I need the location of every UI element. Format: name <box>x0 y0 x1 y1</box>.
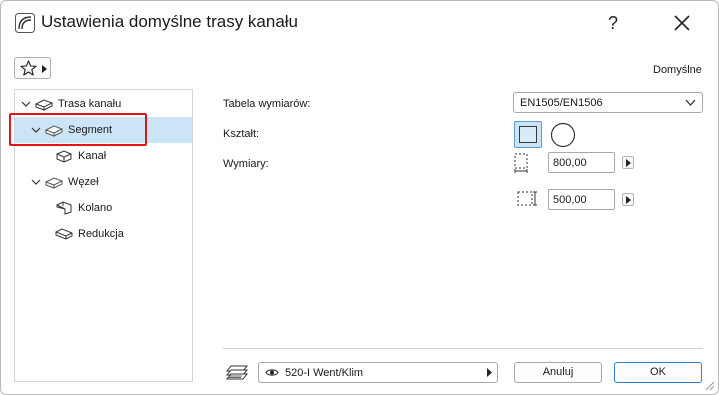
shape-rectangle-button[interactable] <box>514 121 542 148</box>
close-icon[interactable] <box>670 11 694 35</box>
dialog-title: Ustawienia domyślne trasy kanału <box>41 12 299 31</box>
height-dimension-icon <box>517 191 537 206</box>
height-arrow-button[interactable] <box>622 193 634 206</box>
chevron-right-icon <box>487 368 492 377</box>
eye-icon <box>265 369 279 376</box>
width-arrow-button[interactable] <box>622 156 634 169</box>
title-bar: Ustawienia domyślne trasy kanału ? <box>1 1 718 45</box>
star-icon <box>20 60 37 76</box>
height-input[interactable]: 500,00 <box>548 189 615 210</box>
tree-item-elbow[interactable]: Kolano <box>15 195 192 221</box>
chevron-right-icon <box>42 65 47 73</box>
chevron-right-icon <box>626 159 631 167</box>
elbow-icon <box>56 201 72 215</box>
width-input[interactable]: 800,00 <box>548 152 615 173</box>
duct-route-icon <box>35 99 53 111</box>
duct-app-icon <box>15 13 35 33</box>
tree-item-node[interactable]: Węzeł <box>15 169 192 195</box>
chevron-down-icon <box>31 179 41 185</box>
reducer-icon <box>55 228 73 240</box>
shape-circle-button[interactable] <box>550 122 576 148</box>
layer-value: 520-I Went/Klim <box>285 367 364 379</box>
dimension-table-value: EN1505/EN1506 <box>520 97 603 109</box>
footer-separator <box>223 348 703 349</box>
tree-item-duct[interactable]: Kanał <box>15 143 192 169</box>
tree-item-label: Kanał <box>78 150 107 162</box>
duct-icon <box>56 150 72 163</box>
selection-highlight-annotation <box>9 113 147 146</box>
tree-item-label: Redukcja <box>78 228 124 240</box>
tree-item-label: Węzeł <box>68 176 99 188</box>
chevron-down-icon <box>21 101 31 107</box>
shape-label: Kształt: <box>223 128 260 140</box>
cancel-button[interactable]: Anuluj <box>514 362 602 383</box>
defaults-label: Domyślne <box>653 64 702 76</box>
favorites-button[interactable] <box>14 57 51 79</box>
table-label: Tabela wymiarów: <box>223 98 311 110</box>
height-value: 500,00 <box>553 194 587 206</box>
tree-item-label: Trasa kanału <box>58 98 122 110</box>
layers-icon <box>225 365 249 380</box>
ok-button[interactable]: OK <box>614 362 702 383</box>
dimensions-label: Wymiary: <box>223 158 269 170</box>
layer-select[interactable]: 520-I Went/Klim <box>258 362 498 383</box>
width-value: 800,00 <box>553 157 587 169</box>
help-button[interactable]: ? <box>600 9 626 37</box>
tree-item-reducer[interactable]: Redukcja <box>15 221 192 247</box>
width-dimension-icon <box>514 153 528 173</box>
resize-grip-icon[interactable] <box>705 381 715 391</box>
chevron-right-icon <box>626 196 631 204</box>
rectangle-shape-icon <box>519 126 537 143</box>
dimension-table-select[interactable]: EN1505/EN1506 <box>513 92 703 113</box>
tree-item-label: Kolano <box>78 202 113 214</box>
node-icon <box>45 177 63 189</box>
settings-dialog: Ustawienia domyślne trasy kanału ? Domyś… <box>0 0 719 395</box>
chevron-down-icon <box>685 99 696 106</box>
